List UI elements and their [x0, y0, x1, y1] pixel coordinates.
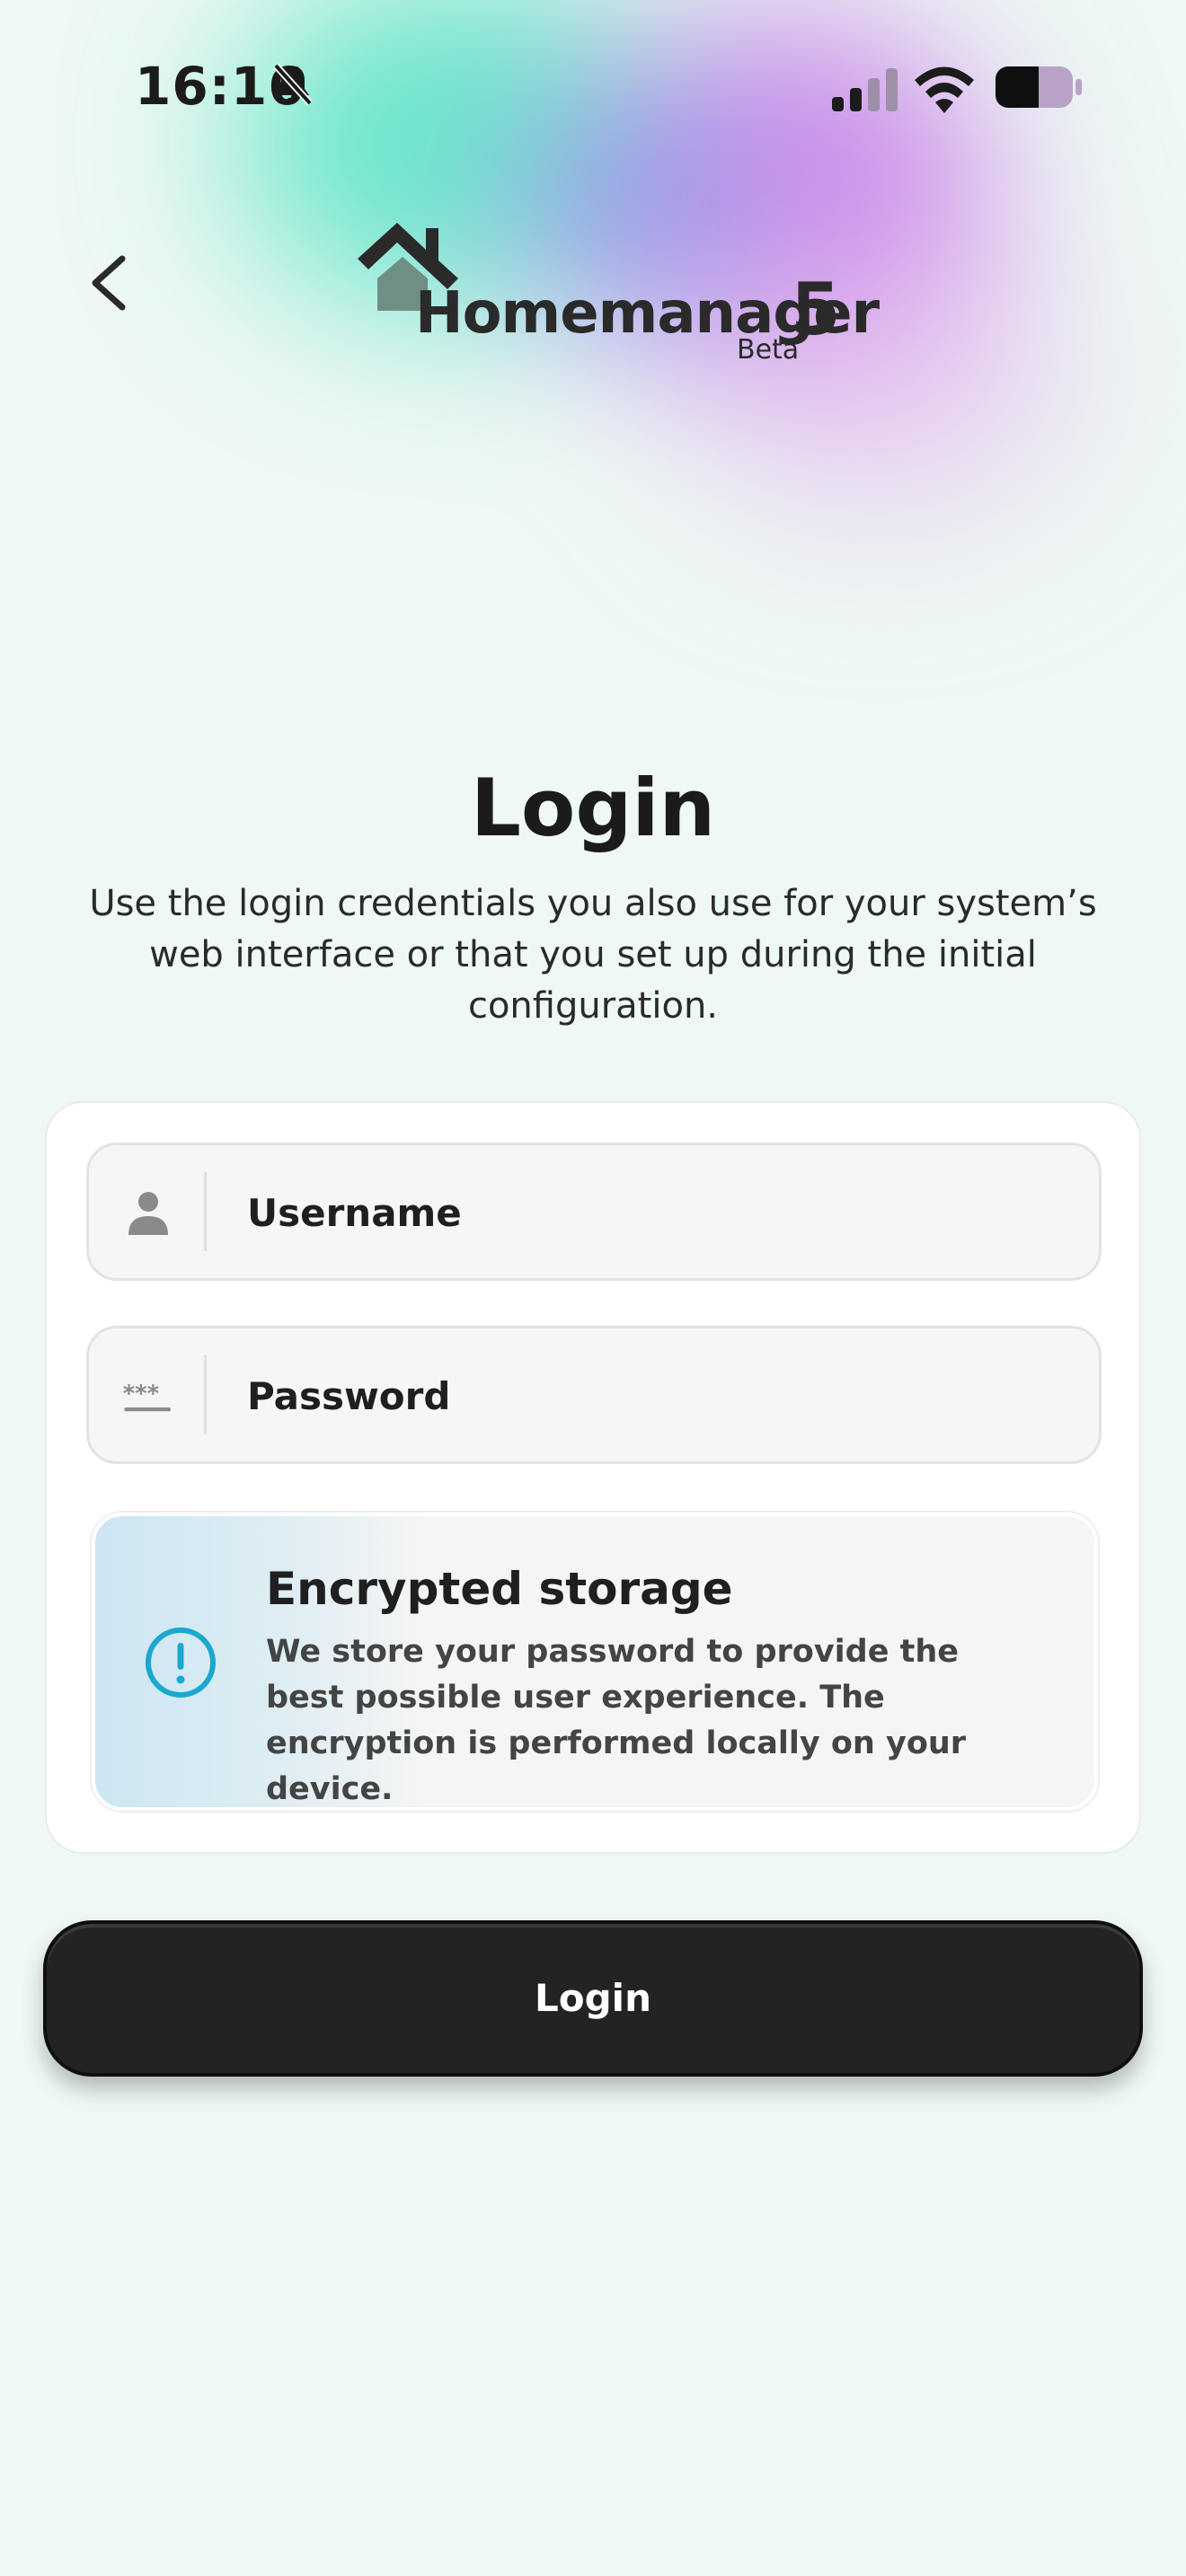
- brand-tag: Beta: [737, 334, 800, 366]
- page-title: Login: [470, 762, 716, 854]
- password-field[interactable]: ***: [86, 1326, 1102, 1464]
- password-icon: ***: [123, 1381, 171, 1412]
- cellular-signal-icon: [832, 68, 898, 111]
- back-button[interactable]: [75, 243, 138, 323]
- login-card: *** Encrypted storage We store your pass…: [45, 1101, 1141, 1854]
- info-exclamation-icon: [146, 1628, 216, 1698]
- bell-muted-icon: [273, 63, 313, 106]
- wifi-icon: [915, 66, 974, 113]
- user-icon: [128, 1192, 168, 1235]
- username-input[interactable]: [247, 1181, 1056, 1244]
- notice-text: We store your password to provide the be…: [266, 1634, 967, 1807]
- app-logo: Homemanager 5 Beta: [350, 216, 880, 377]
- password-input[interactable]: [247, 1364, 1056, 1427]
- svg-text:***: ***: [123, 1381, 159, 1407]
- field-divider: [204, 1355, 207, 1434]
- battery-icon: [996, 66, 1082, 108]
- page-description: Use the login credentials you also use f…: [89, 883, 1097, 1027]
- login-button[interactable]: Login: [43, 1920, 1143, 2077]
- status-bar: 16:16: [0, 0, 1186, 171]
- field-divider: [204, 1172, 207, 1251]
- encryption-notice: Encrypted storage We store your password…: [92, 1513, 1098, 1811]
- username-field[interactable]: [86, 1142, 1102, 1281]
- notice-title: Encrypted storage: [266, 1563, 733, 1615]
